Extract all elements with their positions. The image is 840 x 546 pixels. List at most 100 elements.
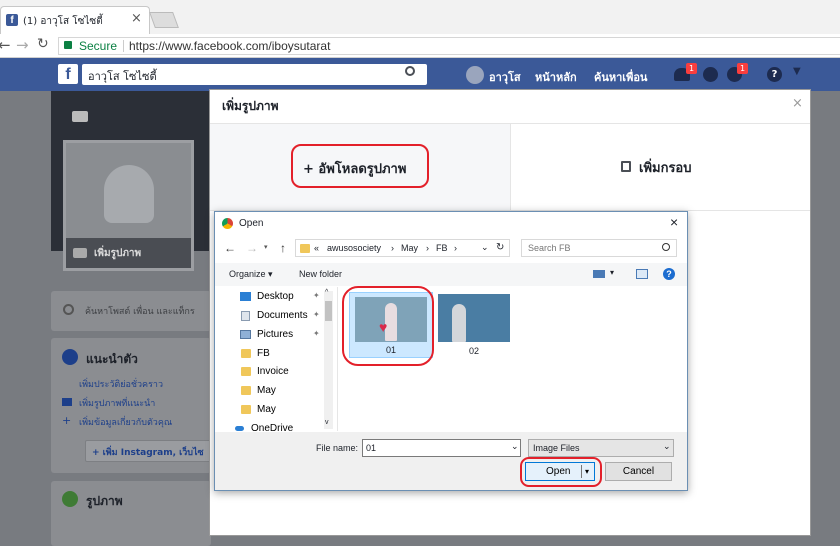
facebook-search-input[interactable]: อาวุโส โซไซตี้ [82, 64, 427, 85]
scroll-down-icon[interactable]: v [325, 419, 329, 426]
photos-card: รูปภาพ [51, 481, 211, 546]
address-divider [123, 40, 124, 52]
dialog-close-icon[interactable]: × [670, 214, 678, 230]
file-name-dropdown-icon[interactable]: ⌄ [511, 441, 519, 452]
pin-icon[interactable]: ✦ [313, 329, 320, 338]
new-folder-button[interactable]: New folder [299, 269, 342, 279]
avatar[interactable] [466, 66, 484, 84]
add-instagram-button[interactable]: + เพิ่ม Instagram, เว็บไซ [85, 440, 211, 462]
breadcrumb-sep-icon: › [391, 243, 394, 253]
dialog-search-placeholder: Search FB [528, 243, 571, 253]
address-bar[interactable]: Secure https://www.facebook.com/iboysuta… [58, 37, 840, 55]
forward-icon[interactable]: → [16, 36, 29, 54]
messenger-icon[interactable] [703, 67, 718, 82]
dialog-search-input[interactable]: Search FB [521, 239, 677, 257]
search-posts-icon [63, 304, 74, 315]
tab-close-icon[interactable]: × [131, 11, 142, 26]
dialog-forward-icon[interactable]: → [246, 241, 258, 255]
nav-item-pictures[interactable]: Pictures [257, 329, 293, 340]
tab-title: (1) อาวุโส โซไซตี้ [23, 16, 103, 27]
intro-item-featured[interactable]: เพิ่มรูปภาพที่แนะนำ [79, 396, 155, 410]
upload-photo-button[interactable]: + อัพโหลดรูปภาพ [303, 158, 406, 179]
modal-title: เพิ่มรูปภาพ [222, 99, 279, 113]
up-folder-icon[interactable]: ↑ [280, 241, 286, 255]
facebook-favicon-icon: f [6, 14, 18, 26]
breadcrumb[interactable]: « awusosociety › May › FB › ⌄ ↻ [295, 239, 510, 257]
avatar-silhouette-icon [104, 165, 154, 223]
nav-home-link[interactable]: หน้าหลัก [535, 68, 577, 86]
secure-label: Secure [79, 39, 118, 53]
file-name-field[interactable]: 01 ⌄ [362, 439, 521, 457]
search-icon[interactable] [405, 66, 415, 76]
pin-icon[interactable]: ✦ [313, 310, 320, 319]
open-file-dialog: Open × ← → ▾ ↑ « awusosociety › May › FB… [214, 211, 688, 491]
photo-icon [62, 398, 72, 406]
back-icon[interactable]: ← [0, 36, 11, 54]
file-01-highlight-ring [342, 286, 434, 366]
file-type-select[interactable]: Image Files ⌄ [528, 439, 674, 457]
camera-icon[interactable] [72, 111, 88, 122]
add-frame-button[interactable]: เพิ่มกรอบ [639, 157, 692, 178]
nav-scrollbar-thumb[interactable] [325, 301, 332, 321]
help-icon[interactable]: ? [767, 67, 782, 82]
account-menu-icon[interactable]: ▼ [793, 66, 801, 77]
nav-find-friends-link[interactable]: ค้นหาเพื่อน [594, 68, 647, 86]
reload-icon[interactable]: ↻ [37, 36, 49, 52]
dialog-search-icon [662, 243, 670, 251]
search-posts-input[interactable]: ค้นหาโพสต์ เพื่อน และแท็กร [85, 304, 195, 318]
desktop-icon [240, 292, 251, 301]
add-photo-strip[interactable]: เพิ่มรูปภาพ [66, 238, 191, 268]
profile-picture[interactable]: เพิ่มรูปภาพ [63, 140, 194, 271]
nav-item-may-2[interactable]: May [257, 404, 276, 415]
intro-item-about[interactable]: เพิ่มข้อมูลเกี่ยวกับตัวคุณ [79, 415, 172, 429]
notifications-badge: 1 [737, 63, 748, 74]
breadcrumb-fb[interactable]: FB [436, 243, 448, 253]
browser-tab[interactable]: f (1) อาวุโส โซไซตี้ × [0, 6, 150, 34]
dialog-back-icon[interactable]: ← [224, 241, 236, 255]
lock-icon [64, 41, 72, 49]
intro-heading: แนะนำตัว [86, 352, 138, 366]
preview-pane-icon[interactable] [636, 269, 648, 279]
chrome-logo-icon [222, 218, 233, 229]
breadcrumb-dropdown-icon[interactable]: ⌄ [481, 242, 489, 253]
cancel-button-label: Cancel [622, 466, 655, 477]
nav-profile-link[interactable]: อาวุโส [489, 68, 521, 86]
nav-scrollbar[interactable]: ^ v [324, 289, 333, 429]
view-dropdown-icon[interactable]: ▾ [610, 268, 614, 277]
file-thumbnail-02[interactable]: 02 [437, 292, 513, 358]
nav-item-desktop[interactable]: Desktop [257, 291, 294, 302]
photo-figure [452, 304, 466, 342]
photo-02-thumbnail [438, 294, 510, 342]
dialog-help-icon[interactable]: ? [663, 268, 675, 280]
nav-item-fb[interactable]: FB [257, 348, 270, 359]
intro-item-bio[interactable]: เพิ่มประวัติย่อชั่วคราว [79, 377, 163, 391]
pin-icon[interactable]: ✦ [313, 291, 320, 300]
scroll-up-icon[interactable]: ^ [325, 289, 328, 296]
facebook-logo-icon[interactable]: f [58, 64, 78, 84]
recent-locations-icon[interactable]: ▾ [264, 243, 268, 251]
dialog-refresh-icon[interactable]: ↻ [496, 242, 504, 253]
breadcrumb-may[interactable]: May [401, 243, 418, 253]
pictures-icon [240, 330, 251, 339]
facebook-top-bar: f อาวุโส โซไซตี้ อาวุโส หน้าหลัก ค้นหาเพ… [0, 58, 840, 91]
intro-card: แนะนำตัว เพิ่มประวัติย่อชั่วคราว เพิ่มรู… [51, 338, 211, 473]
file-type-dropdown-icon[interactable]: ⌄ [663, 441, 671, 452]
view-options-icon[interactable] [593, 270, 605, 278]
frame-icon [621, 161, 631, 172]
breadcrumb-sep-icon: › [426, 243, 429, 253]
new-tab-button[interactable] [149, 12, 179, 28]
breadcrumb-sep-icon: › [454, 243, 457, 253]
organize-menu[interactable]: Organize ▾ [229, 269, 273, 280]
modal-close-icon[interactable]: × [792, 96, 803, 111]
globe-icon [62, 349, 78, 365]
nav-item-invoice[interactable]: Invoice [257, 366, 289, 377]
breadcrumb-folder-icon [300, 244, 310, 253]
facebook-search-text: อาวุโส โซไซตี้ [88, 70, 157, 83]
browser-tab-strip: f (1) อาวุโส โซไซตี้ × [0, 0, 840, 34]
breadcrumb-awusosociety[interactable]: awusosociety [327, 243, 381, 253]
nav-item-documents[interactable]: Documents [257, 310, 308, 321]
cancel-button[interactable]: Cancel [605, 462, 672, 481]
file-name-value: 01 [366, 443, 377, 453]
breadcrumb-root[interactable]: « [314, 243, 319, 253]
nav-item-may[interactable]: May [257, 385, 276, 396]
